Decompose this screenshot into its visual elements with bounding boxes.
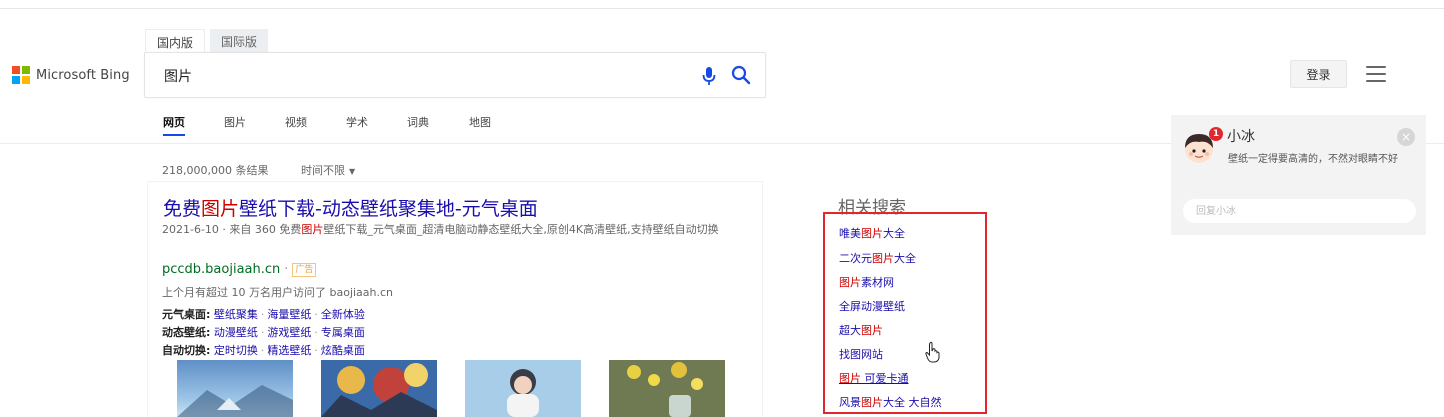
sitelink[interactable]: 专属桌面 (321, 326, 365, 339)
result-snippet: 2021-6-10 · 来自 360 免费图片壁纸下载_元气桌面_超清电脑动静态… (162, 223, 719, 236)
sitelink[interactable]: 精选壁纸 (267, 344, 311, 357)
sitelink[interactable]: 全新体验 (321, 308, 365, 321)
hamburger-menu-icon[interactable] (1366, 66, 1386, 82)
chat-reply-input[interactable] (1183, 199, 1416, 223)
result-url-row: pccdb.baojiaah.cn · 广告 (162, 262, 317, 277)
thumbnail-image[interactable] (177, 360, 293, 417)
sitelink[interactable]: 壁纸聚集 (214, 308, 258, 321)
tab-academic[interactable]: 学术 (346, 114, 368, 130)
sitelink[interactable]: 炫酷桌面 (321, 344, 365, 357)
sitelink[interactable]: 动漫壁纸 (214, 326, 258, 339)
tab-web[interactable]: 网页 (163, 114, 185, 130)
login-button[interactable]: 登录 (1290, 60, 1347, 88)
bing-search-page: Microsoft Bing 国内版 国际版 网页 图片 视频 学术 词典 地图… (0, 0, 1444, 417)
notification-badge: 1 (1209, 127, 1223, 141)
sitelink[interactable]: 定时切换 (214, 344, 258, 357)
tab-dictionary[interactable]: 词典 (407, 114, 429, 130)
related-search-link[interactable]: 全屏动漫壁纸 (839, 298, 905, 314)
sitelink-row: 动态壁纸: 动漫壁纸 · 游戏壁纸 · 专属桌面 (162, 326, 365, 339)
sitelink[interactable]: 海量壁纸 (267, 308, 311, 321)
top-border (0, 8, 1444, 9)
result-title-link[interactable]: 免费图片壁纸下载-动态壁纸聚集地-元气桌面 (163, 194, 538, 221)
related-search-link[interactable]: 二次元图片大全 (839, 250, 916, 266)
search-input[interactable] (164, 65, 664, 87)
chat-name: 小冰 (1227, 129, 1255, 145)
thumbnail-image[interactable] (321, 360, 437, 417)
tab-domestic-version[interactable]: 国内版 (145, 29, 206, 53)
time-filter-label: 时间不限 (301, 164, 345, 177)
ad-badge: 广告 (292, 262, 317, 277)
tab-maps[interactable]: 地图 (469, 114, 491, 130)
related-search-link[interactable]: 图片 可爱卡通 (839, 370, 909, 386)
tab-images[interactable]: 图片 (224, 114, 246, 130)
time-filter-dropdown[interactable]: 时间不限 ▼ (301, 162, 355, 178)
related-search-link[interactable]: 超大图片 (839, 322, 883, 338)
thumbnail-image[interactable] (465, 360, 581, 417)
microsoft-logo-icon (12, 66, 30, 84)
result-count: 218,000,000 条结果 (162, 164, 269, 177)
xiaoice-chat-card: 1 小冰 壁纸一定得要高清的，不然对眼睛不好 × (1171, 115, 1426, 235)
caret-down-icon: ▼ (349, 167, 356, 176)
thumbnail-image[interactable] (609, 360, 725, 417)
active-tab-indicator (163, 134, 185, 136)
close-icon[interactable]: × (1397, 128, 1415, 146)
related-search-link[interactable]: 找图网站 (839, 346, 883, 362)
related-search-link[interactable]: 风景图片大全 大自然 (839, 394, 942, 410)
logo-text: Microsoft Bing (36, 67, 130, 83)
microphone-icon[interactable] (701, 66, 717, 86)
result-visits-note: 上个月有超过 10 万名用户访问了 baojiaah.cn (162, 286, 394, 299)
hand-pointer-cursor-icon (925, 341, 940, 363)
search-box (144, 52, 766, 98)
sitelink-row: 自动切换: 定时切换 · 精选壁纸 · 炫酷桌面 (162, 344, 365, 357)
chat-message: 壁纸一定得要高清的，不然对眼睛不好 (1228, 154, 1398, 165)
tab-international-version[interactable]: 国际版 (210, 29, 269, 53)
related-search-link[interactable]: 图片素材网 (839, 274, 894, 290)
result-url-link[interactable]: pccdb.baojiaah.cn (162, 262, 280, 277)
search-icon[interactable] (731, 65, 751, 85)
bing-logo[interactable]: Microsoft Bing (12, 66, 130, 84)
sitelink-row: 元气桌面: 壁纸聚集 · 海量壁纸 · 全新体验 (162, 308, 365, 321)
sitelink[interactable]: 游戏壁纸 (267, 326, 311, 339)
related-search-link[interactable]: 唯美图片大全 (839, 225, 905, 241)
tab-videos[interactable]: 视频 (285, 114, 307, 130)
